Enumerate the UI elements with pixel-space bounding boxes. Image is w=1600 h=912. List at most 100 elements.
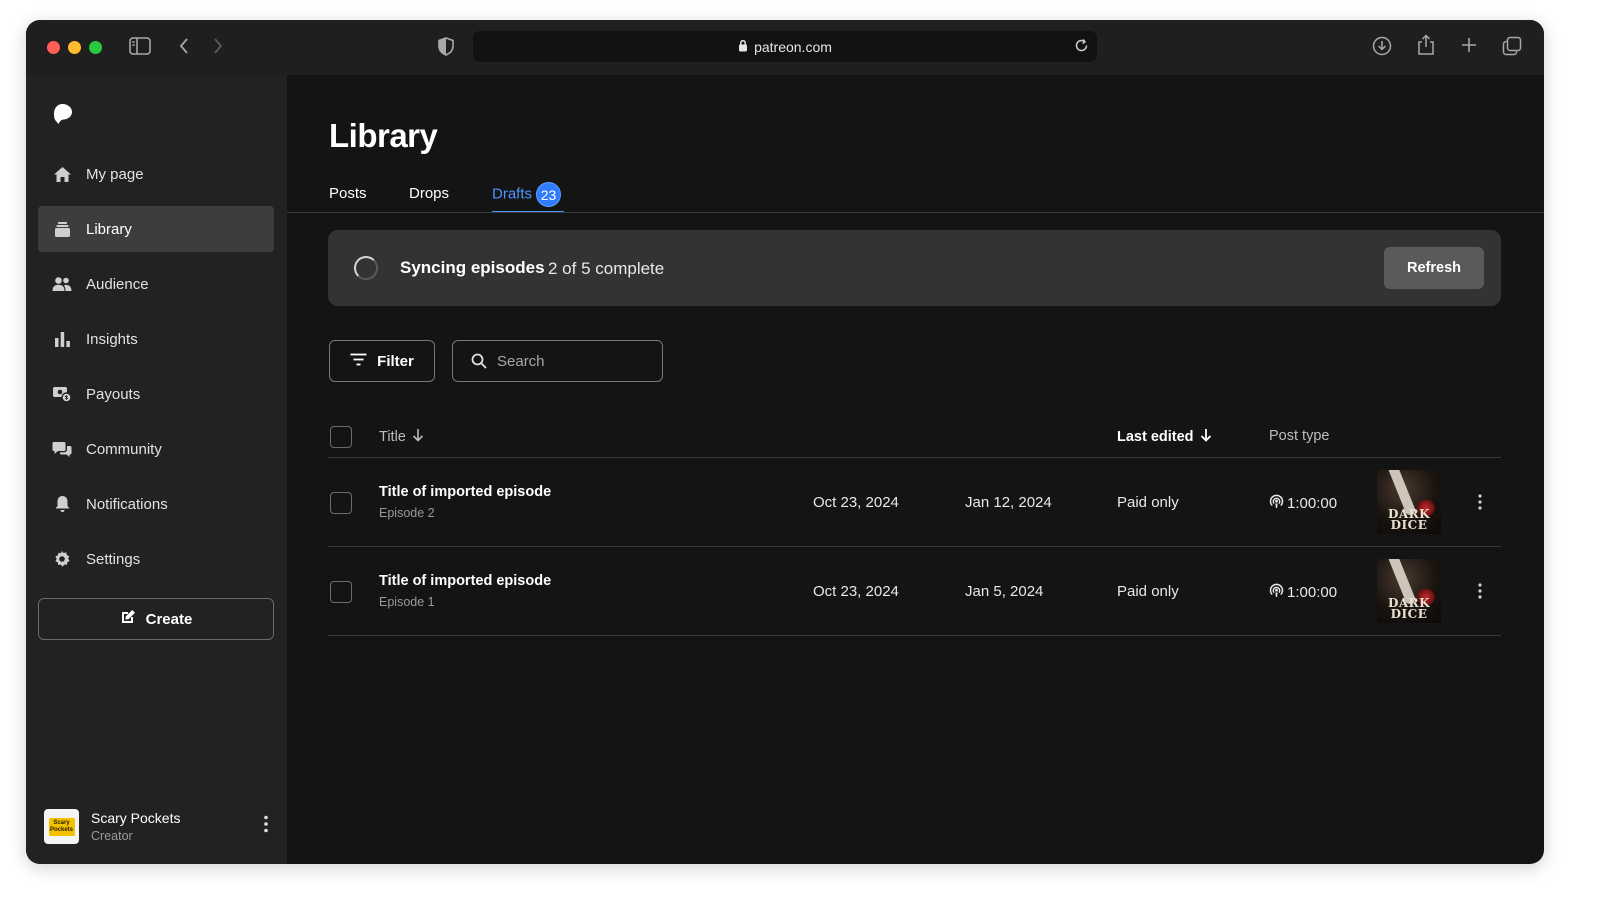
access-level: Paid only bbox=[1117, 583, 1179, 600]
sidebar: My page Library Audience Insights Payout… bbox=[26, 75, 287, 864]
share-icon[interactable] bbox=[1417, 34, 1435, 56]
last-edited-date: Jan 5, 2024 bbox=[965, 583, 1044, 600]
row-checkbox[interactable] bbox=[330, 581, 352, 603]
column-header-last-edited[interactable]: Last edited bbox=[1117, 428, 1212, 446]
profile-name: Scary Pockets bbox=[91, 810, 181, 826]
sidebar-item-label: Library bbox=[86, 220, 132, 238]
sort-arrow-down-icon bbox=[1200, 428, 1212, 446]
loading-spinner-icon bbox=[354, 256, 378, 280]
create-button-label: Create bbox=[145, 610, 193, 628]
maximize-window-button[interactable] bbox=[89, 41, 102, 54]
episode-title[interactable]: Title of imported episode bbox=[379, 573, 551, 589]
address-bar[interactable]: patreon.com bbox=[473, 31, 1097, 62]
download-icon[interactable] bbox=[1372, 36, 1392, 56]
table-header: Title Last edited Post type bbox=[328, 420, 1501, 458]
avatar: Scary Pockets bbox=[44, 809, 79, 844]
sync-title: Syncing episodes bbox=[400, 258, 545, 277]
reload-icon[interactable] bbox=[1074, 38, 1089, 58]
browser-toolbar: patreon.com bbox=[26, 20, 1544, 75]
tab-drops[interactable]: Drops bbox=[409, 185, 449, 202]
page-title: Library bbox=[329, 117, 438, 154]
row-checkbox[interactable] bbox=[330, 492, 352, 514]
select-all-checkbox[interactable] bbox=[330, 426, 352, 448]
sidebar-item-payouts[interactable]: Payouts bbox=[38, 371, 274, 417]
sort-arrow-down-icon bbox=[412, 428, 424, 446]
sidebar-item-notifications[interactable]: Notifications bbox=[38, 481, 274, 527]
new-tab-plus-icon[interactable] bbox=[1461, 37, 1477, 53]
library-icon bbox=[52, 219, 72, 239]
kebab-menu-icon[interactable] bbox=[264, 815, 268, 838]
sidebar-item-label: Audience bbox=[86, 275, 149, 293]
episode-subtitle: Episode 1 bbox=[379, 595, 435, 609]
sidebar-item-label: Settings bbox=[86, 550, 141, 568]
episode-subtitle: Episode 2 bbox=[379, 506, 435, 520]
filter-button-label: Filter bbox=[377, 352, 414, 370]
create-button[interactable]: Create bbox=[38, 598, 274, 640]
forward-arrow-icon[interactable] bbox=[212, 37, 224, 55]
sidebar-item-audience[interactable]: Audience bbox=[38, 261, 274, 307]
search-icon bbox=[471, 353, 487, 374]
sidebar-item-insights[interactable]: Insights bbox=[38, 316, 274, 362]
row-more-options-icon[interactable] bbox=[1478, 583, 1482, 604]
home-icon bbox=[52, 164, 72, 184]
column-header-post-type[interactable]: Post type bbox=[1269, 428, 1329, 444]
insights-icon bbox=[52, 329, 72, 349]
thumbnail-text: DICE bbox=[1390, 607, 1428, 621]
close-window-button[interactable] bbox=[47, 41, 60, 54]
back-arrow-icon[interactable] bbox=[178, 37, 190, 55]
gear-icon bbox=[52, 549, 72, 569]
drafts-count-badge: 23 bbox=[536, 182, 562, 207]
episode-duration: 1:00:00 bbox=[1287, 584, 1338, 601]
post-type-audio: 1:00:00 bbox=[1269, 583, 1337, 602]
sync-banner: Syncing episodes 2 of 5 complete Refresh bbox=[328, 230, 1501, 306]
column-header-title[interactable]: Title bbox=[379, 428, 424, 446]
search-field[interactable] bbox=[452, 340, 663, 382]
sidebar-item-settings[interactable]: Settings bbox=[38, 536, 274, 582]
profile-role: Creator bbox=[91, 829, 133, 843]
sidebar-toggle-icon[interactable] bbox=[129, 37, 151, 55]
tab-posts[interactable]: Posts bbox=[329, 185, 367, 202]
table-row[interactable]: Title of imported episode Episode 2 Oct … bbox=[328, 458, 1501, 547]
created-date: Oct 23, 2024 bbox=[813, 583, 899, 600]
filter-icon bbox=[350, 353, 367, 370]
edit-pencil-icon bbox=[120, 609, 136, 629]
sidebar-item-label: Payouts bbox=[86, 385, 141, 403]
drafts-table: Title Last edited Post type Title of imp… bbox=[328, 420, 1501, 636]
episode-thumbnail: DARK DICE bbox=[1377, 470, 1441, 534]
lock-icon bbox=[738, 39, 748, 55]
table-row[interactable]: Title of imported episode Episode 1 Oct … bbox=[328, 547, 1501, 636]
post-type-audio: 1:00:00 bbox=[1269, 494, 1337, 513]
search-input[interactable] bbox=[497, 341, 657, 381]
url-text: patreon.com bbox=[754, 38, 832, 55]
sidebar-item-community[interactable]: Community bbox=[38, 426, 274, 472]
audience-icon bbox=[52, 274, 72, 294]
sidebar-item-label: Notifications bbox=[86, 495, 168, 513]
patreon-logo-icon[interactable] bbox=[53, 103, 73, 130]
tab-overview-icon[interactable] bbox=[1502, 36, 1522, 56]
main-content: Library Posts Drops Drafts 23 Syncing epi… bbox=[287, 75, 1544, 864]
filter-button[interactable]: Filter bbox=[329, 340, 435, 382]
payouts-icon bbox=[52, 384, 72, 404]
tabs-divider bbox=[287, 212, 1544, 213]
episode-duration: 1:00:00 bbox=[1287, 495, 1338, 512]
minimize-window-button[interactable] bbox=[68, 41, 81, 54]
access-level: Paid only bbox=[1117, 494, 1179, 511]
sidebar-item-library[interactable]: Library bbox=[38, 206, 274, 252]
last-edited-date: Jan 12, 2024 bbox=[965, 494, 1052, 511]
thumbnail-text: DICE bbox=[1390, 518, 1428, 532]
tab-drafts[interactable]: Drafts 23 bbox=[492, 182, 562, 207]
sync-status: 2 of 5 complete bbox=[548, 259, 665, 278]
sidebar-item-my-page[interactable]: My page bbox=[38, 151, 274, 197]
avatar-logo: Scary Pockets bbox=[48, 817, 75, 836]
row-more-options-icon[interactable] bbox=[1478, 494, 1482, 515]
refresh-button[interactable]: Refresh bbox=[1384, 247, 1484, 289]
sidebar-item-label: Insights bbox=[86, 330, 138, 348]
privacy-shield-icon[interactable] bbox=[438, 37, 454, 56]
bell-icon bbox=[52, 494, 72, 514]
community-icon bbox=[52, 439, 72, 459]
profile-menu[interactable]: Scary Pockets Scary Pockets Creator bbox=[44, 809, 274, 845]
episode-title[interactable]: Title of imported episode bbox=[379, 484, 551, 500]
tab-drafts-label: Drafts bbox=[492, 185, 533, 203]
podcast-icon bbox=[1269, 583, 1284, 602]
library-tabs: Posts Drops Drafts 23 bbox=[329, 177, 1509, 213]
